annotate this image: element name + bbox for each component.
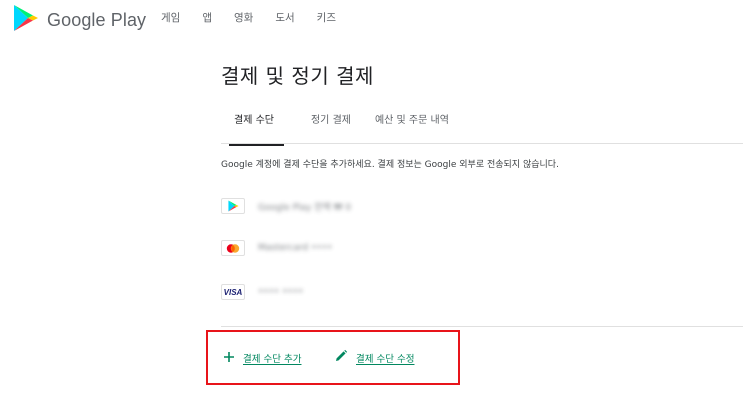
tab-budget-order-history[interactable]: 예산 및 주문 내역 xyxy=(375,111,449,146)
google-play-icon xyxy=(221,198,245,214)
tab-payment-methods[interactable]: 결제 수단 xyxy=(221,111,287,146)
app-name: Google Play xyxy=(47,9,147,30)
tab-subscriptions[interactable]: 정기 결제 xyxy=(311,111,351,146)
page-title: 결제 및 정기 결제 xyxy=(221,64,374,88)
nav-movies[interactable]: 영화 xyxy=(234,10,253,25)
tab-divider xyxy=(221,143,743,144)
add-payment-method-label: 결제 수단 추가 xyxy=(243,353,302,365)
nav-apps[interactable]: 앱 xyxy=(202,10,212,25)
nav-games[interactable]: 게임 xyxy=(161,10,180,25)
nav-books[interactable]: 도서 xyxy=(275,10,294,25)
pencil-icon xyxy=(334,348,348,367)
google-play-logo[interactable]: Google Play xyxy=(13,4,146,36)
section-divider xyxy=(221,326,743,327)
visa-logo-text: VISA xyxy=(223,287,243,297)
top-bar: Google Play 게임 앱 영화 도서 키즈 xyxy=(0,0,743,36)
info-text: Google 계정에 결제 수단을 추가하세요. 결제 정보는 Google 외… xyxy=(221,160,559,170)
payment-method-visa[interactable]: VISA •••• •••• xyxy=(221,284,303,300)
payment-method-label: Google Play 잔액 ₩ 0 xyxy=(258,202,352,213)
plus-icon xyxy=(223,348,235,367)
google-play-icon xyxy=(13,4,39,36)
nav-kids[interactable]: 키즈 xyxy=(317,10,336,25)
mastercard-icon xyxy=(221,240,245,256)
payment-method-mastercard[interactable]: Mastercard •••• xyxy=(221,240,332,256)
tab-bar: 결제 수단 정기 결제 예산 및 주문 내역 xyxy=(221,111,473,146)
edit-payment-method-label: 결제 수단 수정 xyxy=(356,353,415,365)
main-nav: 게임 앱 영화 도서 키즈 xyxy=(161,10,358,25)
add-payment-method-button[interactable]: 결제 수단 추가 xyxy=(223,348,301,367)
edit-payment-method-button[interactable]: 결제 수단 수정 xyxy=(334,348,414,367)
payment-method-label: •••• •••• xyxy=(258,287,304,297)
payment-method-label: Mastercard •••• xyxy=(258,243,333,253)
payment-method-google-play[interactable]: Google Play 잔액 ₩ 0 xyxy=(221,198,351,214)
visa-icon: VISA xyxy=(221,284,245,300)
